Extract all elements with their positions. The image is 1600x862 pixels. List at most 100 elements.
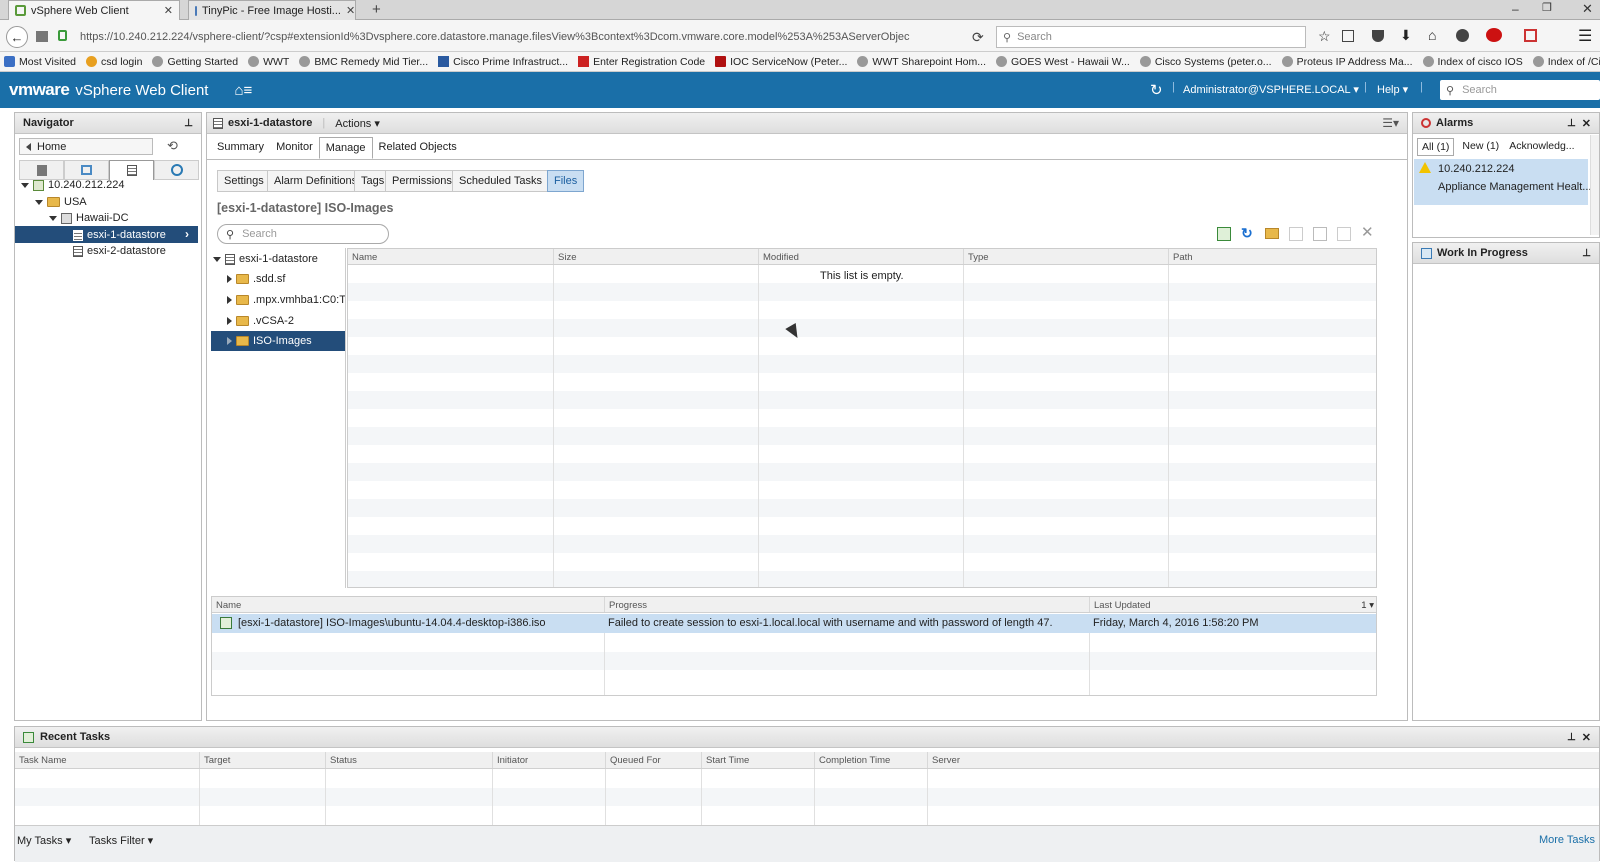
column-path[interactable]: Path xyxy=(1168,249,1376,264)
folder-vcsa-2[interactable]: .vCSA-2 xyxy=(227,313,294,329)
column-progress[interactable]: Progress xyxy=(604,597,1089,612)
folder-iso-images-selected[interactable]: ISO-Images xyxy=(211,331,345,351)
column-completion-time[interactable]: Completion Time xyxy=(814,752,927,768)
bookmark-item[interactable]: Proteus IP Address Ma... xyxy=(1281,56,1413,68)
tree-item-esxi-2-datastore[interactable]: esxi-2-datastore xyxy=(73,243,166,259)
close-tab-icon[interactable]: ✕ xyxy=(164,4,173,17)
subtab-settings[interactable]: Settings xyxy=(217,170,271,192)
tab-manage[interactable]: Manage xyxy=(318,137,373,159)
folder-mpx[interactable]: .mpx.vmhba1:C0:T0 xyxy=(227,292,345,308)
column-last-updated[interactable]: Last Updated xyxy=(1089,597,1376,612)
close-icon[interactable]: ✕ xyxy=(1582,731,1591,744)
subtab-alarm-definitions[interactable]: Alarm Definitions xyxy=(267,170,365,192)
pin-icon[interactable]: ⊥ xyxy=(184,118,193,129)
bookmark-item[interactable]: IOC ServiceNow (Peter... xyxy=(715,56,847,68)
restore-window-button[interactable]: ❐ xyxy=(1542,1,1552,14)
column-type[interactable]: Type xyxy=(963,249,1168,264)
transfer-row[interactable]: [esxi-1-datastore] ISO-Images\ubuntu-14.… xyxy=(212,614,1376,633)
bookmark-item[interactable]: csd login xyxy=(86,56,142,68)
page-info-icon[interactable] xyxy=(36,31,48,42)
new-folder-icon[interactable] xyxy=(1265,228,1279,239)
adblock-icon[interactable] xyxy=(1486,28,1502,42)
bookmark-item[interactable]: WWT Sharepoint Hom... xyxy=(857,56,986,68)
column-name[interactable]: Name xyxy=(348,249,553,264)
tab-related-objects[interactable]: Related Objects xyxy=(373,137,463,159)
column-size[interactable]: Size xyxy=(553,249,758,264)
tasks-filter-dropdown[interactable]: Tasks Filter ▾ xyxy=(89,834,153,847)
tree-item-esxi-1-datastore-selected[interactable]: esxi-1-datastore › xyxy=(15,226,198,243)
back-button[interactable]: ← xyxy=(6,26,28,48)
column-target[interactable]: Target xyxy=(199,752,325,768)
chevron-right-icon[interactable]: › xyxy=(185,227,189,241)
bookmark-item[interactable]: Index of cisco IOS xyxy=(1422,56,1523,68)
alarms-scrollbar[interactable] xyxy=(1590,135,1599,235)
bookmark-item[interactable]: Cisco Prime Infrastruct... xyxy=(438,56,568,68)
user-menu[interactable]: Administrator@VSPHERE.LOCAL ▾ xyxy=(1183,83,1359,96)
expand-icon[interactable] xyxy=(227,275,232,283)
home-back-button[interactable]: Home xyxy=(19,138,153,155)
expand-icon[interactable] xyxy=(227,337,232,345)
bookmark-item[interactable]: Enter Registration Code xyxy=(578,56,705,68)
home-menu-icon[interactable]: ⌂≡ xyxy=(234,82,252,99)
column-start-time[interactable]: Start Time xyxy=(701,752,814,768)
bookmark-item[interactable]: Index of /Cisco/ xyxy=(1532,56,1600,68)
column-modified[interactable]: Modified xyxy=(758,249,963,264)
minimize-window-button[interactable]: – xyxy=(1512,2,1519,16)
column-queued-for[interactable]: Queued For xyxy=(605,752,701,768)
alarms-tab-all[interactable]: All (1) xyxy=(1417,138,1455,156)
download-icon[interactable]: ⬇ xyxy=(1400,27,1412,44)
alarms-tab-acknowledged[interactable]: Acknowledg... xyxy=(1507,138,1576,156)
url-field[interactable]: https://10.240.212.224/vsphere-client/?c… xyxy=(74,26,984,48)
global-search-input[interactable]: ⚲ Search xyxy=(1440,80,1600,100)
column-task-name[interactable]: Task Name xyxy=(15,752,199,768)
more-tasks-link[interactable]: More Tasks xyxy=(1539,834,1595,846)
reload-icon[interactable]: ⟳ xyxy=(972,29,984,46)
bookmark-item[interactable]: Cisco Systems (peter.o... xyxy=(1139,56,1272,68)
extension-icon[interactable] xyxy=(1524,29,1537,42)
folder-tree-root[interactable]: esxi-1-datastore xyxy=(213,251,318,267)
menu-icon[interactable]: ☰ xyxy=(1578,26,1592,46)
close-icon[interactable]: ✕ xyxy=(1582,117,1591,130)
help-menu[interactable]: Help ▾ xyxy=(1377,83,1408,96)
subtab-scheduled-tasks[interactable]: Scheduled Tasks xyxy=(452,170,549,192)
bookmark-item[interactable]: Most Visited xyxy=(4,56,76,68)
tab-monitor[interactable]: Monitor xyxy=(270,137,319,159)
column-initiator[interactable]: Initiator xyxy=(492,752,605,768)
refresh-files-icon[interactable]: ↻ xyxy=(1241,225,1255,241)
home-icon[interactable]: ⌂ xyxy=(1428,27,1436,43)
chat-icon[interactable] xyxy=(1456,29,1469,42)
expand-icon[interactable] xyxy=(213,256,221,262)
bookmark-item[interactable]: WWT xyxy=(248,56,289,68)
alarms-tab-new[interactable]: New (1) xyxy=(1460,138,1501,156)
column-status[interactable]: Status xyxy=(325,752,492,768)
pin-icon[interactable]: ⊥ xyxy=(1582,248,1591,259)
browser-tab-vsphere[interactable]: vSphere Web Client ✕ xyxy=(8,0,180,20)
tree-item-usa[interactable]: USA xyxy=(35,194,87,210)
column-server[interactable]: Server xyxy=(927,752,1599,768)
alarm-item[interactable]: 10.240.212.224 Appliance Management Heal… xyxy=(1414,159,1591,205)
tree-item-hawaii-dc[interactable]: Hawaii-DC xyxy=(49,210,129,226)
upload-file-icon[interactable] xyxy=(1217,227,1231,241)
refresh-icon[interactable]: ↻ xyxy=(1150,81,1163,99)
networking-tab[interactable] xyxy=(154,160,199,180)
expand-icon[interactable] xyxy=(49,215,57,221)
bookmark-item[interactable]: BMC Remedy Mid Tier... xyxy=(299,56,428,68)
expand-icon[interactable] xyxy=(21,182,29,188)
sort-indicator[interactable]: 1 ▾ xyxy=(1361,600,1374,611)
subtab-files[interactable]: Files xyxy=(547,170,585,192)
my-tasks-dropdown[interactable]: My Tasks ▾ xyxy=(17,834,71,847)
expand-icon[interactable] xyxy=(227,317,232,325)
bookmark-star-icon[interactable]: ☆ xyxy=(1318,28,1331,45)
pin-icon[interactable]: ⊥ xyxy=(1567,118,1576,129)
actions-menu[interactable]: Actions ▾ xyxy=(335,117,380,130)
subtab-permissions[interactable]: Permissions xyxy=(385,170,459,192)
expand-icon[interactable] xyxy=(227,296,232,304)
bookmark-item[interactable]: GOES West - Hawaii W... xyxy=(996,56,1130,68)
pin-icon[interactable]: ⊥ xyxy=(1567,732,1576,743)
bookmark-item[interactable]: Getting Started xyxy=(152,56,238,68)
history-icon[interactable]: ⟲ xyxy=(167,138,178,154)
browser-tab-tinypic[interactable]: TinyPic - Free Image Hosti... ✕ xyxy=(188,0,356,20)
close-tab-icon[interactable]: ✕ xyxy=(346,4,355,17)
expand-icon[interactable] xyxy=(35,199,43,205)
tree-item-vcenter[interactable]: 10.240.212.224 xyxy=(21,177,124,193)
